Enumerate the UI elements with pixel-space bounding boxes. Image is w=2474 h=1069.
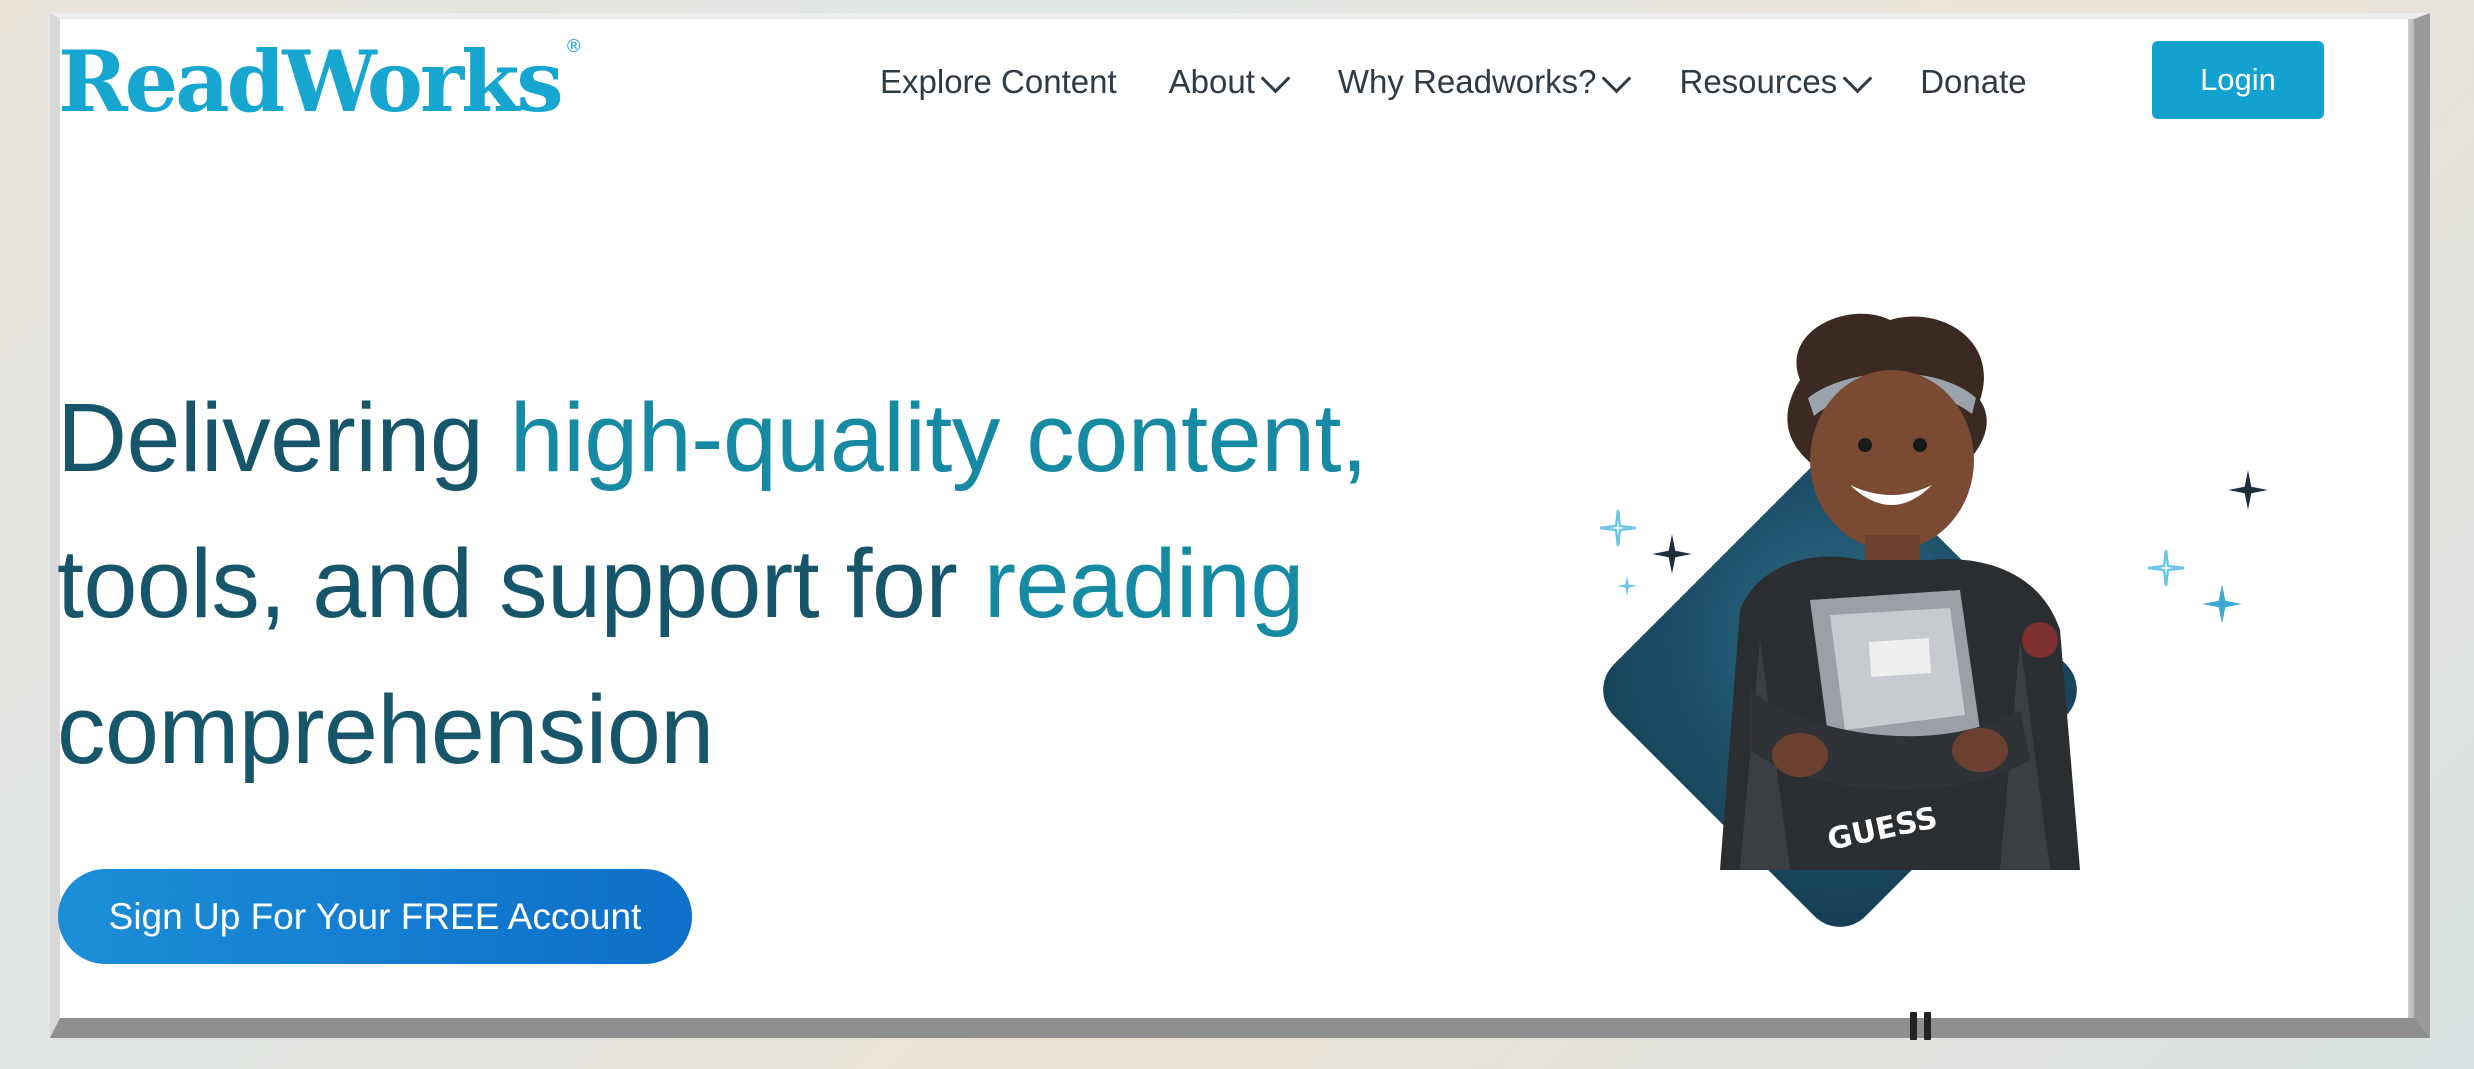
readworks-logo[interactable]: ReadWorks ®	[58, 38, 583, 124]
student-photo: GUESS	[1720, 313, 2080, 870]
chevron-down-icon	[1842, 63, 1873, 93]
sparkle-icon	[1599, 509, 1637, 547]
login-button[interactable]: Login	[2152, 41, 2324, 119]
logo-text: ReadWorks	[58, 32, 564, 131]
hero-headline: Delivering high-quality content, tools, …	[57, 365, 1457, 803]
nav-about[interactable]: About	[1168, 63, 1291, 101]
signup-free-account-button[interactable]: Sign Up For Your FREE Account	[58, 869, 692, 964]
sparkle-icon	[2228, 470, 2268, 510]
nav-explore-content[interactable]: Explore Content	[880, 63, 1117, 101]
headline-accent-text: reading	[983, 529, 1305, 638]
headline-line-1: Delivering high-quality content,	[57, 365, 1457, 511]
pause-icon[interactable]	[1910, 1012, 1932, 1040]
sparkle-icon	[2202, 584, 2242, 624]
headline-text: Delivering	[57, 383, 510, 492]
sparkle-icon	[2123, 611, 2153, 641]
nav-resources[interactable]: Resources	[1679, 63, 1873, 101]
headline-text: comprehension	[57, 675, 714, 784]
nav-label: Why Readworks?	[1337, 63, 1597, 100]
logo-registered-mark: ®	[564, 36, 583, 57]
main-nav: Explore Content About Why Readworks? Res…	[880, 42, 2079, 122]
headline-line-2: tools, and support for reading	[57, 511, 1457, 657]
headline-text: tools, and support for	[57, 529, 984, 638]
sparkle-icon	[1652, 534, 1692, 574]
headline-accent-text: high-quality content,	[509, 383, 1368, 492]
sparkle-icon	[2147, 549, 2185, 587]
nav-why-readworks[interactable]: Why Readworks?	[1337, 63, 1632, 101]
chevron-down-icon	[1260, 63, 1291, 93]
nav-label: About	[1168, 63, 1255, 100]
nav-label: Explore Content	[880, 63, 1117, 100]
nav-label: Resources	[1679, 63, 1838, 100]
chevron-down-icon	[1602, 63, 1632, 93]
frame-shade	[2408, 19, 2414, 1018]
nav-label: Donate	[1920, 63, 2027, 100]
headline-line-3: comprehension	[57, 657, 1457, 803]
nav-donate[interactable]: Donate	[1920, 63, 2026, 101]
sparkle-icon	[1617, 576, 1637, 596]
